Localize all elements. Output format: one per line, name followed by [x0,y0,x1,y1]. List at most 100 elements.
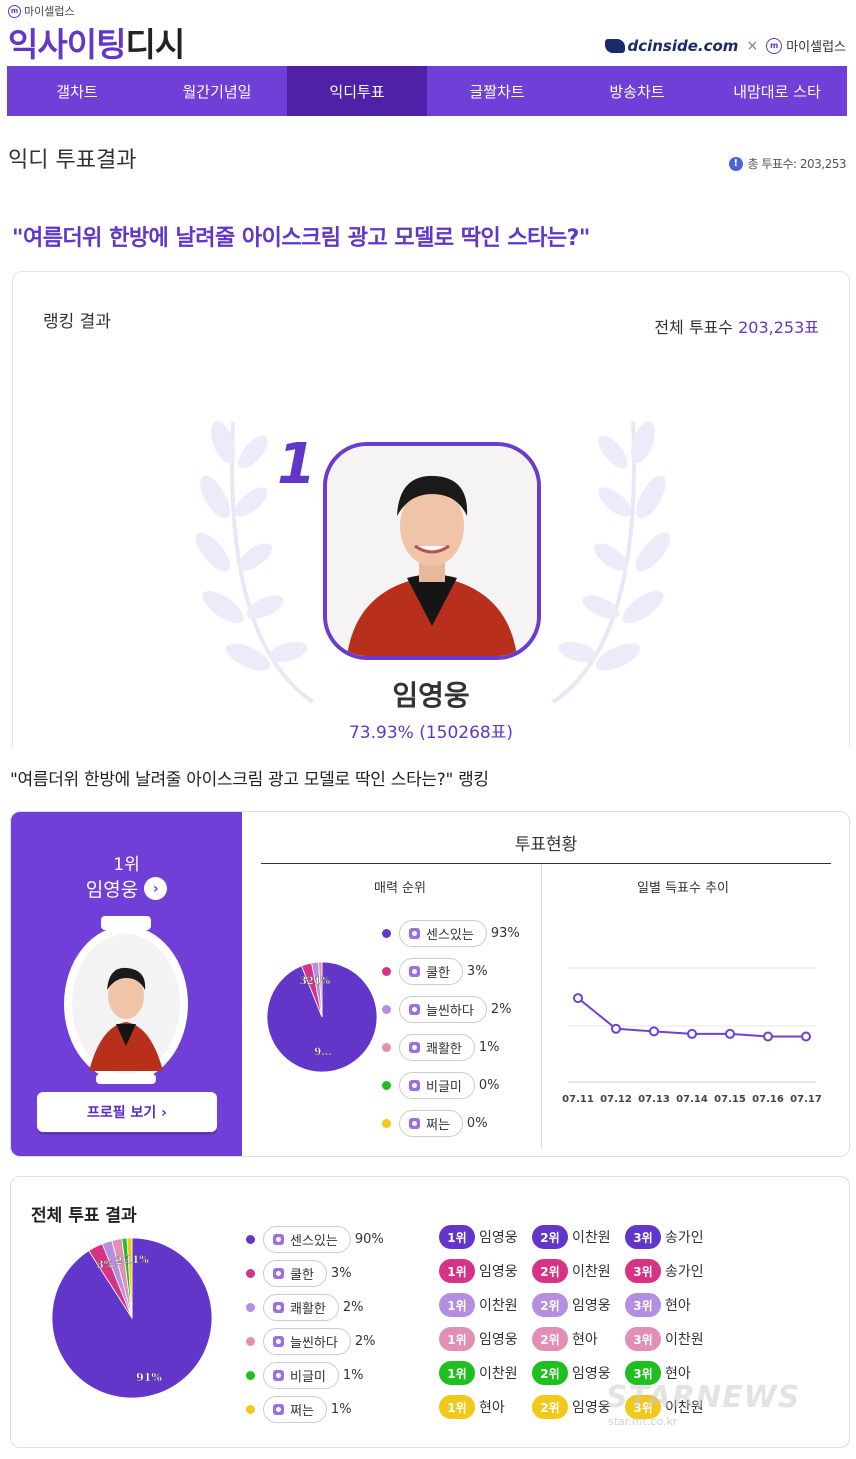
legend-dot-icon [246,1404,255,1414]
total-votes-caption: 전체 투표수 [654,318,739,337]
rank-name: 임영웅 [572,1400,611,1416]
chevron-right-icon[interactable]: › [144,877,168,900]
all-pie-label-4: 11% [125,1255,149,1266]
rank-item[interactable]: 3위 송가인 [625,1259,718,1283]
charm-legend-pill-2[interactable]: 늘씬하다 [399,995,487,1023]
all-pie-label-2: 2 [116,1256,123,1267]
rank-name: 임영웅 [479,1332,518,1348]
all-legend-pill-3[interactable]: 늘씬하다 [263,1327,351,1355]
tag-icon [273,1335,284,1347]
rank-name: 이찬원 [479,1366,518,1382]
rank-item[interactable]: 3위 송가인 [625,1225,718,1249]
site-logo[interactable]: 익사이팅디시 [8,18,185,66]
legend-dot-icon [246,1268,255,1278]
rank-item[interactable]: 1위 이찬원 [439,1293,532,1317]
rank-item[interactable]: 1위 이찬원 [439,1361,532,1385]
rank-item[interactable]: 2위 임영웅 [532,1293,625,1317]
charm-legend-pct-0: 93% [490,925,520,941]
poll-question: "여름더위 한방에 날려줄 아이스크림 광고 모델로 딱인 스타는?" [12,226,590,251]
rank-item[interactable]: 1위 임영웅 [439,1225,532,1249]
dcinside-logo[interactable]: dcinside.com [605,37,738,55]
all-legend-pill-5[interactable]: 쩌는 [263,1395,327,1423]
all-legend-pct-0: 90% [354,1231,384,1247]
all-legend-label-3: 늘씬하다 [290,1335,338,1351]
charm-legend-pill-3[interactable]: 쾌활한 [399,1033,475,1061]
legend-dot-icon [382,1118,391,1128]
all-legend-pill-0[interactable]: 센스있는 [263,1225,351,1253]
dcinside-mark-icon [605,38,626,53]
daily-trend-chart: 07.11 07.12 07.13 07.14 07.15 07.16 07.17 [562,967,822,1105]
charm-legend-pct-1: 3% [466,963,488,979]
page-title: 익디 투표결과 [8,148,137,173]
rank-name: 임영웅 [572,1366,611,1382]
nav-item-1[interactable]: 월간기념일 [147,66,287,116]
rank-row-1: 1위 임영웅 2위 이찬원 3위 송가인 [439,1259,718,1283]
rank-item[interactable]: 2위 이찬원 [532,1225,625,1249]
winner-photo[interactable] [323,442,541,660]
charm-legend-pct-5: 0% [466,1115,488,1131]
rank-badge: 2위 [532,1225,568,1249]
all-legend-pill-4[interactable]: 비글미 [263,1361,339,1389]
rank-item[interactable]: 3위 현아 [625,1293,718,1317]
charm-legend-pill-1[interactable]: 쿨한 [399,957,463,985]
nav-item-0[interactable]: 갤차트 [7,66,147,116]
rank-item[interactable]: 2위 이찬원 [532,1259,625,1283]
all-legend-pill-1[interactable]: 쿨한 [263,1259,327,1287]
ranking-heading: "여름더위 한방에 날려줄 아이스크림 광고 모델로 딱인 스타는?" 랭킹 [10,770,489,790]
nav-item-2[interactable]: 익디투표 [287,66,427,116]
main-nav: 갤차트 월간기념일 익디투표 글짤차트 방송차트 내맘대로 스타 [7,66,847,116]
tag-icon [409,965,420,977]
nav-item-4[interactable]: 방송차트 [567,66,707,116]
charm-legend-pill-4[interactable]: 비글미 [399,1071,475,1099]
rank-row-3: 1위 임영웅 2위 현아 3위 이찬원 [439,1327,718,1351]
charm-legend-pct-3: 1% [478,1039,500,1055]
rank-item[interactable]: 3위 이찬원 [625,1327,718,1351]
rank-name: 임영웅 [479,1264,518,1280]
rank-badge: 3위 [625,1225,661,1249]
daily-point-6 [801,1031,811,1042]
legend-dot-icon [382,1004,391,1014]
nav-item-5[interactable]: 내맘대로 스타 [707,66,847,116]
rank-name: 현아 [479,1400,505,1416]
vote-status-vdivider [541,864,542,1149]
brand-small[interactable]: m 마이셀럽스 [8,3,75,19]
all-legend-row-5: 쩌는 1% [246,1395,352,1423]
mycelebs-logo[interactable]: m 마이셀럽스 [766,36,846,55]
charm-legend-label-5: 쩌는 [426,1117,450,1133]
charm-pie-label-1: 9... [314,1047,331,1058]
all-legend-pill-2[interactable]: 쾌활한 [263,1293,339,1321]
charm-legend-pill-5[interactable]: 쩌는 [399,1109,463,1137]
rank-name: 현아 [665,1298,691,1314]
charm-legend-label-4: 비글미 [426,1079,462,1095]
total-votes-label: 전체 투표수 203,253표 [654,314,819,338]
all-legend-label-1: 쿨한 [290,1267,314,1283]
tag-icon [409,1003,420,1015]
rank-name: 송가인 [665,1230,704,1246]
charm-legend-row-2: 늘씬하다 2% [382,995,511,1023]
all-legend-label-5: 쩌는 [290,1403,314,1419]
rank-badge: 1위 [439,1327,475,1351]
rank-item[interactable]: 2위 현아 [532,1327,625,1351]
total-votes-summary: ! 총 투표수: 203,253 [728,155,847,172]
all-legend-row-0: 센스있는 90% [246,1225,384,1253]
vote-status-title: 투표현황 [514,835,578,855]
legend-dot-icon [246,1234,255,1244]
daily-tick-label-0: 07.11 [562,1094,594,1105]
charm-legend-row-1: 쿨한 3% [382,957,488,985]
rank-item[interactable]: 1위 임영웅 [439,1327,532,1351]
winner-stats: 73.93% (150268표) [348,723,514,743]
logo-part2: 디시 [125,25,185,64]
rank-item[interactable]: 1위 현아 [439,1395,532,1419]
rank-badge: 3위 [625,1327,661,1351]
top-rank-name-link[interactable]: 임영웅 › [11,875,242,902]
daily-point-3 [687,1028,697,1039]
site-header: m 마이셀럽스 익사이팅디시 dcinside.com × m 마이셀럽스 [0,0,856,66]
rank-badge: 2위 [532,1259,568,1283]
nav-item-3[interactable]: 글짤차트 [427,66,567,116]
charm-legend-pill-0[interactable]: 센스있는 [399,919,487,947]
profile-view-button[interactable]: 프로필 보기 › [37,1092,217,1132]
vote-status-divider [261,863,831,864]
rank-name: 현아 [572,1332,598,1348]
rank-item[interactable]: 1위 임영웅 [439,1259,532,1283]
all-legend-label-0: 센스있는 [290,1233,338,1249]
